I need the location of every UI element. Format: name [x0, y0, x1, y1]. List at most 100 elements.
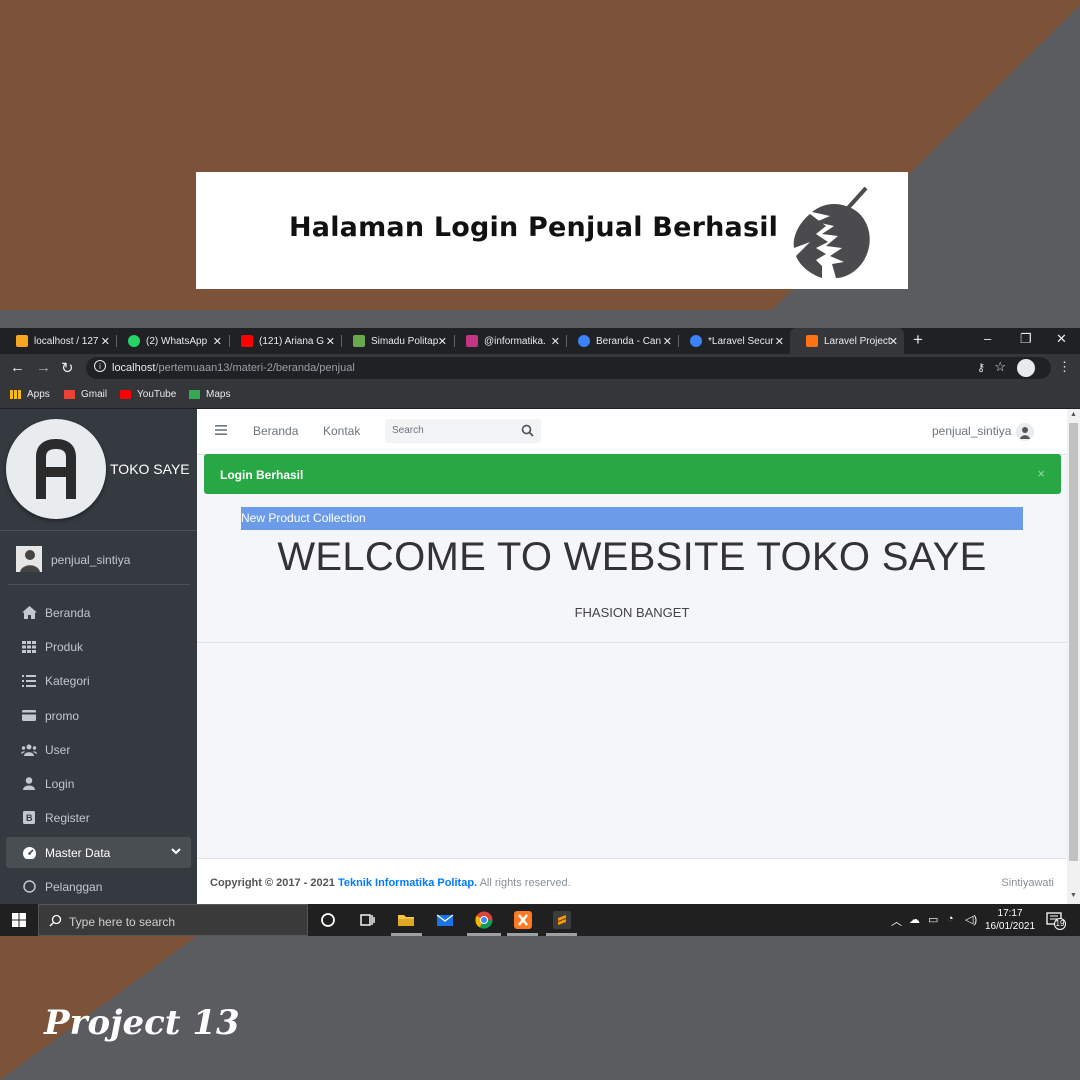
footer-author: Sintiyawati [1001, 877, 1054, 889]
hamburger-menu-icon[interactable] [215, 424, 227, 436]
cortana-icon[interactable] [318, 910, 338, 930]
alert-close-button[interactable]: × [1037, 466, 1045, 481]
minimize-button[interactable]: – [984, 331, 991, 346]
reload-button[interactable]: ↻ [61, 359, 74, 377]
footer-org-link[interactable]: Teknik Informatika Politap. [338, 877, 477, 889]
browser-tab[interactable]: (2) WhatsApp ✕ [112, 328, 228, 354]
scrollbar-thumb[interactable] [1069, 423, 1078, 861]
action-center-icon[interactable]: 19 [1046, 912, 1066, 930]
taskbar-search-box[interactable]: Type here to search [38, 904, 308, 936]
browser-menu-icon[interactable]: ⋮ [1058, 359, 1071, 375]
sidebar-item-pelanggan[interactable]: Pelanggan [6, 871, 191, 902]
browser-tab[interactable]: localhost / 127 ✕ [0, 328, 116, 354]
footer-copyright: Copyright © 2017 - 2021 Teknik Informati… [210, 877, 571, 889]
search-input[interactable]: Search [385, 419, 541, 443]
windows-taskbar: Type here to search ︿ ☁ ▭ ◔ ◁) 17:17 16/… [0, 904, 1080, 936]
restore-button[interactable]: ❐ [1020, 331, 1032, 347]
volume-icon[interactable]: ◁) [965, 913, 977, 926]
page-footer: Copyright © 2017 - 2021 Teknik Informati… [197, 858, 1067, 904]
app-running-indicator [391, 933, 422, 936]
brand-link[interactable]: TOKO SAYE [0, 409, 197, 531]
chevron-down-icon [171, 848, 181, 855]
tab-close-icon[interactable]: ✕ [101, 335, 110, 348]
banner-text: New Product Collection [241, 511, 366, 525]
tab-favicon-icon [353, 335, 365, 347]
navbar-user-avatar[interactable] [1016, 423, 1034, 441]
xampp-icon[interactable] [513, 910, 533, 930]
bookmark-youtube[interactable]: YouTube [120, 389, 176, 400]
search-icon[interactable] [521, 424, 534, 437]
alert-message: Login Berhasil [220, 468, 304, 482]
tab-favicon-icon [128, 335, 140, 347]
bookmark-gmail[interactable]: Gmail [64, 389, 107, 400]
profile-avatar-icon[interactable] [1017, 359, 1035, 377]
navbar-user-name[interactable]: penjual_sintiya [932, 424, 1011, 438]
search-icon [49, 914, 62, 927]
windows-start-icon[interactable] [12, 913, 26, 927]
users-icon [21, 743, 37, 757]
app-running-indicator [467, 933, 501, 936]
task-view-icon[interactable] [357, 910, 377, 930]
sidebar-item-promo[interactable]: promo [6, 700, 191, 731]
tab-close-icon[interactable]: ✕ [889, 335, 898, 348]
tab-close-icon[interactable]: ✕ [326, 335, 335, 348]
chrome-icon[interactable] [474, 910, 494, 930]
url-field[interactable]: i localhost/pertemuaan13/materi-2/berand… [86, 357, 1051, 379]
user-panel[interactable]: penjual_sintiya [8, 533, 190, 585]
sidebar-item-login[interactable]: Login [6, 768, 191, 799]
browser-tab-active[interactable]: Laravel Project ✕ [790, 328, 904, 354]
brand-logo [6, 419, 106, 519]
file-explorer-icon[interactable] [396, 910, 416, 930]
taskbar-clock[interactable]: 17:17 16/01/2021 [985, 907, 1035, 933]
sidebar-item-kategori[interactable]: Kategori [6, 665, 191, 696]
page-scrollbar[interactable]: ▲ ▼ [1067, 409, 1080, 904]
clock-date: 16/01/2021 [985, 921, 1036, 932]
product-collection-banner: New Product Collection [241, 507, 1023, 530]
welcome-subtitle: FHASION BANGET [574, 605, 690, 620]
browser-tab[interactable]: Simadu Politap ✕ [337, 328, 453, 354]
tab-close-icon[interactable]: ✕ [775, 335, 784, 348]
site-info-icon[interactable]: i [94, 360, 106, 372]
sidebar-user-name: penjual_sintiya [51, 553, 131, 567]
sidebar-item-register[interactable]: B Register [6, 802, 191, 833]
nav-link-beranda[interactable]: Beranda [253, 424, 298, 438]
browser-tab[interactable]: Beranda - Can ✕ [562, 328, 678, 354]
wifi-icon[interactable]: ◔ [947, 913, 954, 925]
sidebar: TOKO SAYE penjual_sintiya Beranda Produk… [0, 409, 197, 904]
brand-name: TOKO SAYE [110, 461, 190, 477]
grid-icon [21, 640, 37, 654]
tab-close-icon[interactable]: ✕ [663, 335, 672, 348]
browser-tab[interactable]: (121) Ariana G ✕ [225, 328, 341, 354]
back-button[interactable]: ← [10, 359, 25, 376]
sidebar-item-produk[interactable]: Produk [6, 631, 191, 662]
tab-close-icon[interactable]: ✕ [213, 335, 222, 348]
browser-tab[interactable]: *Laravel Secur ✕ [674, 328, 790, 354]
sublime-text-icon[interactable] [552, 910, 572, 930]
scroll-up-arrow-icon[interactable]: ▲ [1070, 411, 1077, 418]
forward-button[interactable]: → [36, 359, 51, 376]
sidebar-item-master-data[interactable]: Master Data [6, 837, 191, 868]
sidebar-item-beranda[interactable]: Beranda [6, 597, 191, 628]
tray-chevron-up-icon[interactable]: ︿ [891, 913, 902, 929]
key-icon[interactable]: ⚷ [977, 361, 985, 374]
scroll-down-arrow-icon[interactable]: ▼ [1070, 892, 1077, 899]
new-tab-button[interactable]: + [913, 330, 923, 350]
browser-screenshot: localhost / 127 ✕ (2) WhatsApp ✕ (121) Ari… [0, 328, 1080, 936]
mail-icon[interactable] [435, 910, 455, 930]
monstera-leaf-icon [793, 186, 870, 278]
browser-tab[interactable]: @informatika. ✕ [450, 328, 566, 354]
bookmark-star-icon[interactable]: ☆ [994, 359, 1006, 375]
clock-time: 17:17 [997, 908, 1023, 919]
bookmark-maps[interactable]: Maps [189, 389, 230, 400]
nav-link-kontak[interactable]: Kontak [323, 424, 360, 438]
sidebar-item-user[interactable]: User [6, 734, 191, 765]
bookmark-apps[interactable]: Apps [10, 389, 50, 400]
close-window-button[interactable]: ✕ [1056, 331, 1067, 347]
success-alert: Login Berhasil × [204, 454, 1061, 494]
tab-close-icon[interactable]: ✕ [551, 335, 560, 348]
maps-icon [189, 390, 200, 399]
onedrive-icon[interactable]: ☁ [909, 913, 920, 926]
tab-close-icon[interactable]: ✕ [438, 335, 447, 348]
title-card: Halaman Login Penjual Berhasil [196, 172, 908, 289]
battery-icon[interactable]: ▭ [928, 913, 938, 926]
